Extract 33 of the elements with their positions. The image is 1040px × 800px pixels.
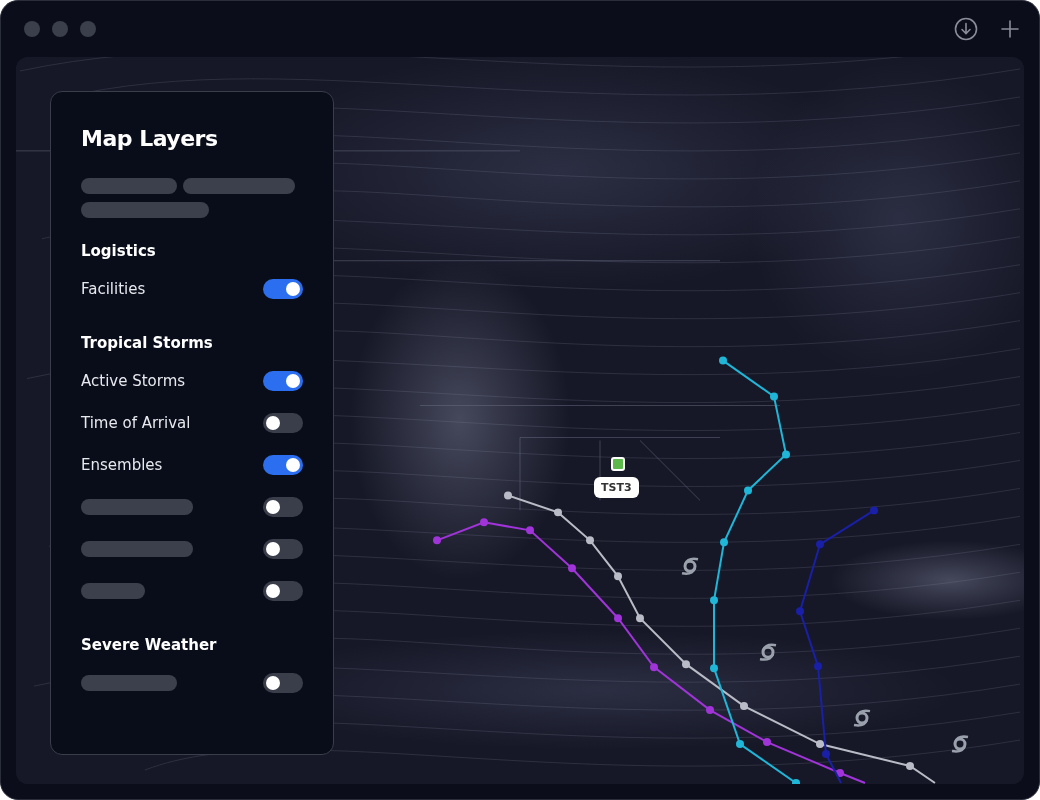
panel-title: Map Layers — [81, 126, 219, 153]
layer-toggle[interactable] — [263, 497, 303, 517]
window-control-dot[interactable] — [52, 21, 68, 37]
storm-track[interactable] — [710, 356, 800, 784]
layer-toggle[interactable] — [263, 279, 303, 299]
hurricane-icon[interactable] — [758, 643, 778, 661]
storm-track[interactable] — [504, 491, 936, 784]
layer-toggle[interactable] — [263, 673, 303, 693]
facility-marker-icon[interactable] — [611, 457, 625, 471]
add-icon[interactable] — [998, 17, 1022, 41]
layer-toggle[interactable] — [263, 539, 303, 559]
layer-label: Facilities — [81, 280, 146, 298]
layer-toggle[interactable] — [263, 581, 303, 601]
layer-label: Active Storms — [81, 372, 186, 390]
layer-toggle[interactable] — [263, 371, 303, 391]
storm-track[interactable] — [796, 506, 878, 784]
label-placeholder — [81, 583, 145, 599]
weather-map[interactable]: TST3 Map Layers Logistics Facilities Tropical Storms Active Storms Time of Arrival Ensembles Severe Weather — [16, 57, 1024, 784]
section-heading: Logistics — [81, 241, 157, 262]
facility-label: TST3 — [594, 477, 639, 498]
section-heading: Tropical Storms — [81, 333, 214, 354]
layer-label: Ensembles — [81, 456, 163, 474]
layer-toggle[interactable] — [263, 413, 303, 433]
download-icon[interactable] — [954, 17, 978, 41]
storm-track[interactable] — [433, 518, 866, 784]
hurricane-icon[interactable] — [680, 557, 700, 575]
window-control-dot[interactable] — [80, 21, 96, 37]
layer-toggle[interactable] — [263, 455, 303, 475]
hurricane-icon[interactable] — [950, 735, 970, 753]
hurricane-icon[interactable] — [852, 709, 872, 727]
layer-label: Time of Arrival — [81, 414, 191, 432]
window-control-dot[interactable] — [24, 21, 40, 37]
section-heading: Severe Weather — [81, 635, 218, 656]
